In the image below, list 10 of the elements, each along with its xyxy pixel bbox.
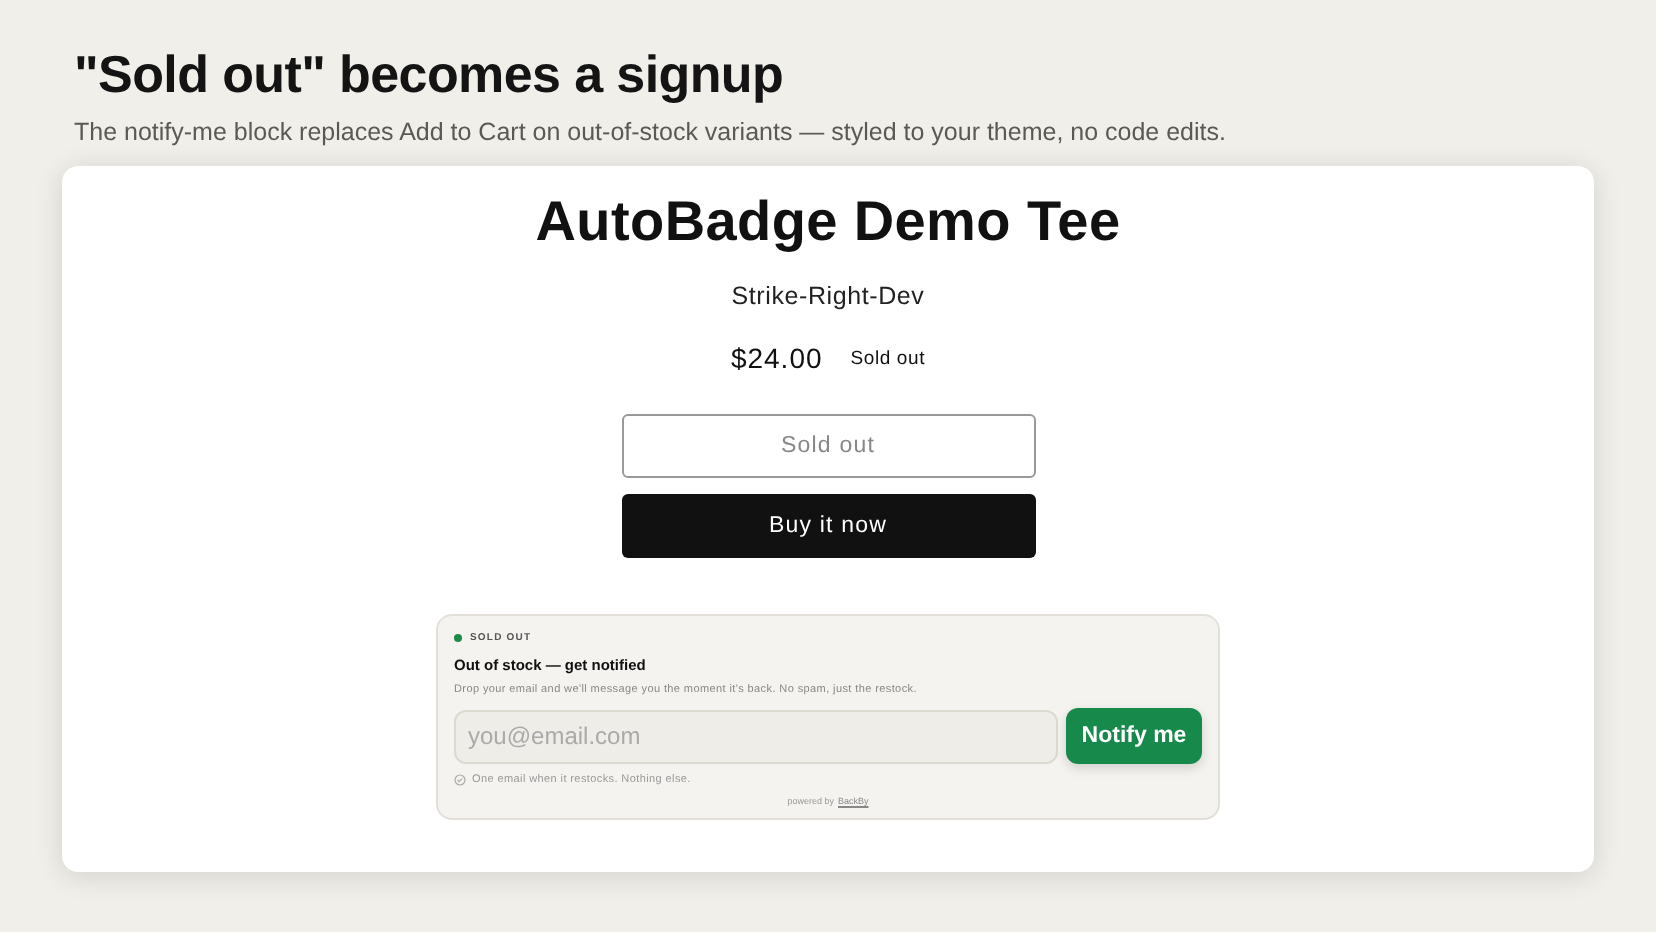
page-title: "Sold out" becomes a signup: [74, 44, 786, 106]
check-circle-icon: [454, 774, 466, 786]
product-title: AutoBadge Demo Tee: [535, 190, 1121, 254]
page-subtitle: The notify-me block replaces Add to Cart on out-of-stock variants — styled to your theme, no code edits.: [74, 118, 1228, 146]
buy-now-button[interactable]: Buy it now: [621, 494, 1035, 558]
vendor-name: Strike-Right-Dev: [731, 282, 925, 310]
price: $24.00: [730, 342, 823, 374]
notify-button[interactable]: Notify me: [1066, 708, 1202, 764]
email-field[interactable]: you@email.com: [454, 709, 1058, 763]
sold-out-label: Sold out: [850, 347, 926, 369]
